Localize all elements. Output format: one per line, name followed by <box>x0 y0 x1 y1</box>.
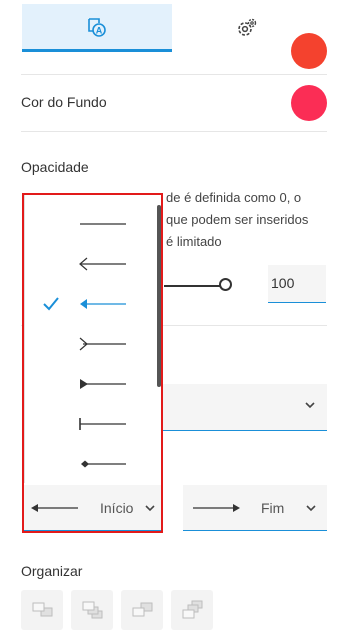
tab-style[interactable]: A <box>22 4 172 52</box>
line-open-arrow-icon <box>79 257 126 271</box>
bring-to-front-icon <box>82 601 103 619</box>
background-color-swatch[interactable] <box>291 85 327 121</box>
line-style-select[interactable] <box>150 384 327 431</box>
bring-forward-button[interactable] <box>21 590 63 630</box>
panel-tabs: A <box>22 4 322 52</box>
send-backward-icon <box>132 602 153 617</box>
line-open-arrow-icon <box>31 504 78 512</box>
opacity-value-input[interactable]: 100 <box>268 265 326 303</box>
line-triangle-end-icon <box>80 379 126 389</box>
line-arrow-right-icon <box>193 504 240 512</box>
arrow-option-diamond[interactable] <box>25 444 161 483</box>
line-filled-arrow-icon <box>80 299 126 309</box>
line-bar-end-icon <box>79 418 126 430</box>
line-chevron-icon <box>79 337 126 351</box>
opacity-help-text: de é definida como 0, o que podem ser in… <box>166 190 309 249</box>
dropdown-scrollbar[interactable] <box>157 205 161 387</box>
arrow-start-select[interactable]: Início <box>24 485 162 531</box>
arrow-option-filled[interactable] <box>25 284 161 324</box>
text-style-icon: A <box>88 17 106 37</box>
opacity-label: Opacidade <box>21 159 89 175</box>
divider <box>21 131 327 132</box>
background-color-label: Cor do Fundo <box>21 94 107 110</box>
arrow-option-chevron[interactable] <box>25 324 161 364</box>
send-to-back-icon <box>182 600 203 619</box>
arrow-start-label: Início <box>100 500 134 516</box>
line-diamond-end-icon <box>81 460 126 468</box>
color-swatch-previous[interactable] <box>291 33 327 69</box>
bring-to-front-button[interactable] <box>71 590 113 630</box>
organize-label: Organizar <box>21 563 83 579</box>
arrow-end-label: Fim <box>261 500 285 516</box>
bring-forward-icon <box>32 602 53 617</box>
arrow-option-triangle[interactable] <box>25 364 161 404</box>
chevron-down-icon <box>306 505 316 512</box>
svg-text:A: A <box>96 25 103 35</box>
gear-icon <box>238 18 257 36</box>
divider <box>21 74 327 75</box>
arrow-end-select[interactable]: Fim <box>183 485 327 531</box>
opacity-slider-thumb[interactable] <box>219 278 232 291</box>
arrow-option-none[interactable] <box>25 204 161 244</box>
arrow-start-dropdown-list <box>24 195 162 483</box>
arrow-option-open[interactable] <box>25 244 161 284</box>
chevron-down-icon <box>145 505 155 512</box>
line-no-arrow-icon <box>80 223 126 225</box>
send-backward-button[interactable] <box>121 590 163 630</box>
chevron-down-icon <box>305 402 315 409</box>
send-to-back-button[interactable] <box>171 590 213 630</box>
opacity-slider-track[interactable] <box>164 285 226 287</box>
arrow-option-bar[interactable] <box>25 404 161 444</box>
